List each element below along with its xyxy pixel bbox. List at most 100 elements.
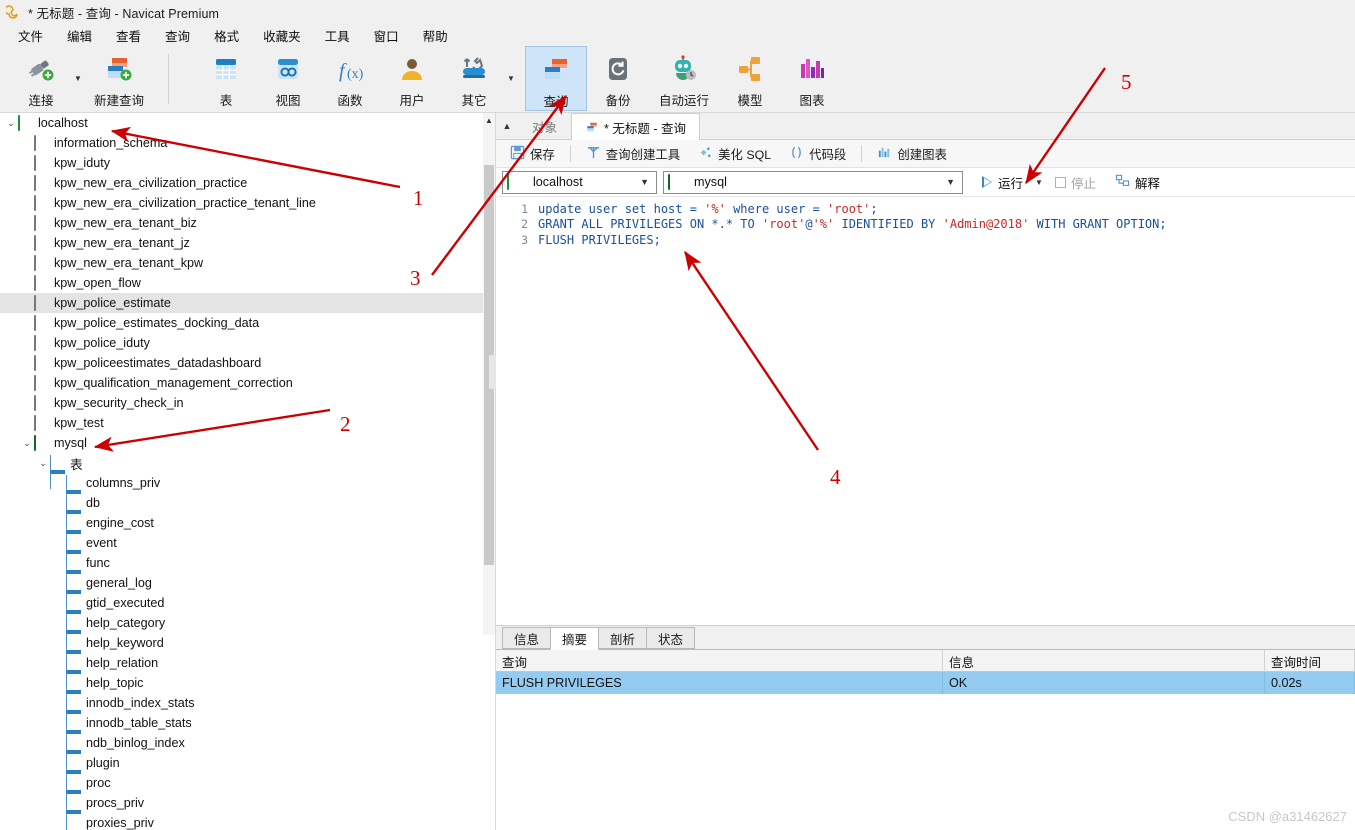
new-query-button[interactable]: 新建查询 bbox=[84, 46, 154, 111]
connection-button[interactable]: 连接 bbox=[10, 46, 72, 111]
tree-item-kpw_police_estimates_docking_data[interactable]: kpw_police_estimates_docking_data bbox=[0, 313, 485, 333]
tree-item-columns_priv[interactable]: columns_priv bbox=[0, 473, 485, 509]
tree-item-db[interactable]: db bbox=[0, 493, 485, 529]
tree-item-label: kpw_police_iduty bbox=[54, 336, 150, 350]
tree-item-kpw_security_check_in[interactable]: kpw_security_check_in bbox=[0, 393, 485, 413]
tab-objects[interactable]: 对象 bbox=[518, 113, 572, 139]
tree-item-help_relation[interactable]: help_relation bbox=[0, 653, 485, 689]
chevron-down-icon[interactable]: ⌄ bbox=[4, 118, 18, 129]
tree-item-kpw_test[interactable]: kpw_test bbox=[0, 413, 485, 433]
menu-edit[interactable]: 编辑 bbox=[55, 24, 104, 47]
connection-select[interactable]: localhost ▼ bbox=[502, 170, 657, 194]
chevron-down-icon[interactable]: ▼ bbox=[946, 177, 958, 187]
table-icon bbox=[66, 475, 81, 509]
tree-item-kpw_new_era_tenant_biz[interactable]: kpw_new_era_tenant_biz bbox=[0, 213, 485, 233]
tree-item-localhost[interactable]: ⌄ localhost bbox=[0, 113, 485, 133]
tree-item-ndb_binlog_index[interactable]: ndb_binlog_index bbox=[0, 733, 485, 769]
sql-text: FLUSH PRIVILEGES; bbox=[538, 232, 661, 247]
query-builder-button[interactable]: 查询创建工具 bbox=[578, 142, 688, 166]
tree-item-gtid_executed[interactable]: gtid_executed bbox=[0, 593, 485, 629]
code-snippet-button[interactable]: 代码段 bbox=[781, 142, 854, 166]
backup-button[interactable]: 备份 bbox=[587, 46, 649, 111]
chevron-down-icon[interactable]: ⌄ bbox=[36, 458, 50, 469]
beautify-sql-button[interactable]: 美化 SQL bbox=[690, 142, 779, 166]
run-dropdown-caret[interactable]: ▼ bbox=[1031, 178, 1047, 187]
tree-item-label: columns_priv bbox=[86, 476, 161, 490]
chart-button[interactable]: 图表 bbox=[781, 46, 843, 111]
database-select[interactable]: mysql ▼ bbox=[663, 170, 963, 194]
stop-button[interactable]: 停止 bbox=[1050, 171, 1101, 194]
chevron-up-icon[interactable]: ▲ bbox=[483, 113, 495, 127]
tree-item-help_keyword[interactable]: help_keyword bbox=[0, 633, 485, 669]
menu-view[interactable]: 查看 bbox=[104, 24, 153, 47]
tree-item-engine_cost[interactable]: engine_cost bbox=[0, 513, 485, 549]
main-toolbar: 连接 ▼ 新建查询 表 视图 f (x) 函数 用户 其它 ▼ 查询 备份 自动… bbox=[0, 46, 1355, 113]
menu-tools[interactable]: 工具 bbox=[313, 24, 362, 47]
tree-item-help_topic[interactable]: help_topic bbox=[0, 673, 485, 709]
view-button[interactable]: 视图 bbox=[257, 46, 319, 111]
tree-item-kpw_qualification_management_correction[interactable]: kpw_qualification_management_correction bbox=[0, 373, 485, 393]
tree-item-label: kpw_police_estimates_docking_data bbox=[54, 316, 260, 330]
tree-item-kpw_iduty[interactable]: kpw_iduty bbox=[0, 153, 485, 173]
tree-item-event[interactable]: event bbox=[0, 533, 485, 569]
tree-item-innodb_index_stats[interactable]: innodb_index_stats bbox=[0, 693, 485, 729]
tree-item-kpw_police_iduty[interactable]: kpw_police_iduty bbox=[0, 333, 485, 353]
tree-item-kpw_new_era_tenant_jz[interactable]: kpw_new_era_tenant_jz bbox=[0, 233, 485, 253]
table-icon bbox=[66, 555, 81, 589]
chevron-down-icon[interactable]: ⌄ bbox=[20, 438, 34, 449]
results-tab-strip: 信息 摘要 剖析 状态 bbox=[496, 626, 1355, 650]
function-button[interactable]: f (x) 函数 bbox=[319, 46, 381, 111]
automation-button[interactable]: 自动运行 bbox=[649, 46, 719, 111]
sql-editor[interactable]: 1 update user set host = '%' where user =… bbox=[496, 197, 1355, 592]
host-icon bbox=[18, 115, 33, 131]
tree-item-func[interactable]: func bbox=[0, 553, 485, 589]
run-button[interactable]: 运行 bbox=[977, 171, 1028, 194]
tree-item-general_log[interactable]: general_log bbox=[0, 573, 485, 609]
tree-item-help_category[interactable]: help_category bbox=[0, 613, 485, 649]
tree-item-kpw_police_estimate[interactable]: kpw_police_estimate bbox=[0, 293, 485, 313]
user-button[interactable]: 用户 bbox=[381, 46, 443, 111]
tree-item-procs_priv[interactable]: procs_priv bbox=[0, 793, 485, 829]
splitter-grip[interactable] bbox=[489, 355, 496, 389]
result-tab-status[interactable]: 状态 bbox=[646, 627, 696, 649]
create-chart-button[interactable]: 创建图表 bbox=[869, 142, 955, 166]
query-button[interactable]: 查询 bbox=[525, 46, 587, 111]
result-tab-summary[interactable]: 摘要 bbox=[550, 627, 600, 650]
connection-value: localhost bbox=[533, 175, 583, 189]
table-row[interactable]: FLUSH PRIVILEGES OK 0.02s bbox=[496, 672, 1355, 694]
menu-window[interactable]: 窗口 bbox=[362, 24, 411, 47]
create-chart-label: 创建图表 bbox=[897, 147, 947, 162]
play-icon bbox=[982, 176, 993, 188]
tree-item-proxies_priv[interactable]: proxies_priv bbox=[0, 813, 485, 830]
tree-item-innodb_table_stats[interactable]: innodb_table_stats bbox=[0, 713, 485, 749]
model-button[interactable]: 模型 bbox=[719, 46, 781, 111]
user-icon bbox=[397, 54, 427, 84]
menu-query[interactable]: 查询 bbox=[153, 24, 202, 47]
collapse-icon[interactable]: ▲ bbox=[496, 113, 518, 139]
tree-item-[interactable]: ⌄ 表 bbox=[0, 453, 485, 489]
tree-item-plugin[interactable]: plugin bbox=[0, 753, 485, 789]
menu-format[interactable]: 格式 bbox=[202, 24, 251, 47]
tree-item-label: 表 bbox=[70, 457, 83, 472]
chevron-down-icon[interactable]: ▼ bbox=[640, 177, 652, 187]
database-tree-sidebar[interactable]: ⌄ localhost information_schema kpw_idutykpw… bbox=[0, 113, 485, 830]
tab-query[interactable]: * 无标题 - 查询 bbox=[571, 113, 700, 140]
menu-file[interactable]: 文件 bbox=[6, 24, 55, 47]
tree-item-mysql[interactable]: ⌄ mysql bbox=[0, 433, 485, 453]
menu-favorites[interactable]: 收藏夹 bbox=[251, 24, 313, 47]
tree-item-kpw_policeestimates_datadashboard[interactable]: kpw_policeestimates_datadashboard bbox=[0, 353, 485, 373]
connection-dropdown-caret[interactable]: ▼ bbox=[72, 46, 84, 111]
tree-item-proc[interactable]: proc bbox=[0, 773, 485, 809]
sql-line: 2 GRANT ALL PRIVILEGES ON *.* TO 'root'@'… bbox=[496, 217, 1355, 233]
explain-button[interactable]: 解释 bbox=[1110, 171, 1165, 194]
result-tab-profile[interactable]: 剖析 bbox=[598, 627, 648, 649]
menu-help[interactable]: 帮助 bbox=[411, 24, 460, 47]
other-dropdown-caret[interactable]: ▼ bbox=[505, 46, 517, 111]
result-tab-message[interactable]: 信息 bbox=[502, 627, 552, 649]
watermark: CSDN @a31462627 bbox=[1228, 809, 1347, 824]
table-button[interactable]: 表 bbox=[195, 46, 257, 111]
tree-item-information_schema[interactable]: information_schema bbox=[0, 133, 485, 153]
automation-icon bbox=[669, 54, 699, 84]
save-button[interactable]: 保存 bbox=[502, 142, 563, 166]
other-button[interactable]: 其它 bbox=[443, 46, 505, 111]
